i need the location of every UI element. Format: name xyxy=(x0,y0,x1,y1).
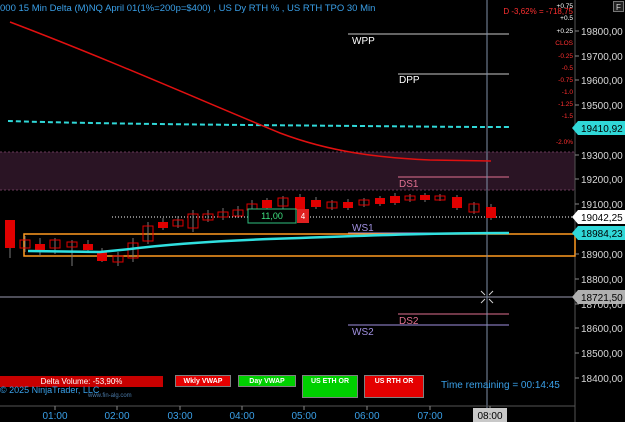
time-tick-label: 08:00 xyxy=(477,411,502,422)
percent-level-label: -0.25 xyxy=(558,53,573,60)
price-tick-label: 19200,00 xyxy=(581,175,623,186)
wkly-vwap-button[interactable]: Wkly VWAP xyxy=(175,375,231,387)
percent-level-label: -2.0% xyxy=(556,139,573,146)
time-tick-label: 06:00 xyxy=(354,411,379,422)
percent-level-label: +0.5 xyxy=(560,15,573,22)
ws2-label: WS2 xyxy=(352,327,374,338)
percent-level-label: CLOS xyxy=(555,40,573,47)
copyright-text: © 2025 NinjaTrader, LLC xyxy=(0,385,100,395)
percent-level-label: -1.0 xyxy=(562,89,574,96)
candle-down xyxy=(343,202,353,208)
time-tick-label: 03:00 xyxy=(167,411,192,422)
daily-change-text: D -3,62% = -718,75 xyxy=(503,7,573,16)
price-tick-label: 19100,00 xyxy=(581,200,623,211)
time-tick-label: 01:00 xyxy=(42,411,67,422)
price-tick-label: 18900,00 xyxy=(581,250,623,261)
day-vwap-button[interactable]: Day VWAP xyxy=(238,375,296,387)
ws1-label: WS1 xyxy=(352,223,374,234)
chart-title: 000 15 Min Delta (M)NQ April 01(1%=200p=… xyxy=(0,3,376,14)
dpp-label: DPP xyxy=(399,75,420,86)
candle-down xyxy=(390,196,400,203)
percent-level-label: -0.5 xyxy=(562,65,574,72)
price-tick-label: 19600,00 xyxy=(581,76,623,87)
candle-down xyxy=(97,252,107,261)
price-marker-label: 19042,25 xyxy=(581,213,623,224)
price-tick-label: 19700,00 xyxy=(581,52,623,63)
website-text: www.fin-alg.com xyxy=(88,393,132,399)
time-remaining-text: Time remaining = 00:14:45 xyxy=(441,380,560,391)
chart-menu-button[interactable]: F xyxy=(613,1,624,12)
price-tick-label: 18500,00 xyxy=(581,349,623,360)
time-tick-label: 05:00 xyxy=(291,411,316,422)
price-chart[interactable]: WPP DPP DS1 WS1 DS2 WS2 11,00 4 +0.75+0.… xyxy=(0,0,625,422)
price-tick-label: 19500,00 xyxy=(581,101,623,112)
delta-badge-count: 4 xyxy=(301,212,306,221)
price-marker-label: 18721,50 xyxy=(581,293,623,304)
candle-down xyxy=(452,197,462,208)
us-rth-or-button[interactable]: US RTH OR xyxy=(364,375,424,398)
price-tick-label: 18600,00 xyxy=(581,324,623,335)
ds2-label: DS2 xyxy=(399,316,419,327)
time-tick-label: 07:00 xyxy=(417,411,442,422)
candle-down xyxy=(35,244,45,250)
percent-level-label: -1.25 xyxy=(558,101,573,108)
percent-level-label: -0.75 xyxy=(558,77,573,84)
time-tick-label: 04:00 xyxy=(229,411,254,422)
candle-down xyxy=(158,222,168,228)
candle-down xyxy=(295,197,305,210)
price-tick-label: 19300,00 xyxy=(581,151,623,162)
us-eth-or-button[interactable]: US ETH OR xyxy=(302,375,358,398)
percent-level-label: -1.5 xyxy=(562,113,574,120)
delta-badge-value: 11,00 xyxy=(261,211,283,221)
time-tick-label: 02:00 xyxy=(104,411,129,422)
price-tick-label: 18800,00 xyxy=(581,275,623,286)
ds1-label: DS1 xyxy=(399,179,419,190)
candle-down xyxy=(83,244,93,250)
candle-down xyxy=(486,207,496,218)
percent-level-label: +0.25 xyxy=(557,28,574,35)
candle-down xyxy=(311,200,321,207)
price-tick-label: 19800,00 xyxy=(581,27,623,38)
supply-zone xyxy=(0,152,575,190)
candle-down xyxy=(262,200,272,208)
wpp-label: WPP xyxy=(352,36,375,47)
price-marker-label: 19410,92 xyxy=(581,124,623,135)
candle-down xyxy=(5,220,15,248)
candle-down xyxy=(375,198,385,204)
price-marker-label: 18984,23 xyxy=(581,229,623,240)
price-axis: 19800,00 19700,00 19600,00 19500,00 19300,00… xyxy=(575,27,623,385)
price-tick-label: 18400,00 xyxy=(581,374,623,385)
candle-down xyxy=(420,195,430,200)
